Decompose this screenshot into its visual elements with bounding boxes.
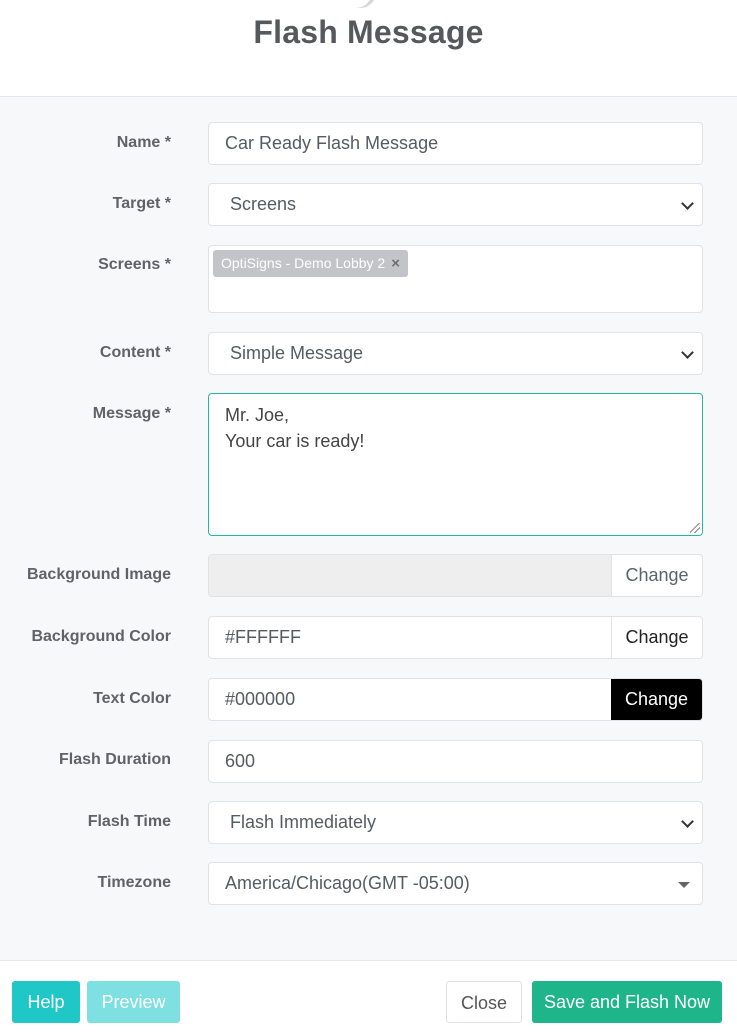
message-textarea[interactable]: Mr. Joe, Your car is ready! xyxy=(208,393,703,536)
close-icon[interactable]: × xyxy=(391,255,400,272)
background-image-group: Change xyxy=(208,554,703,597)
name-label: Name * xyxy=(116,134,171,151)
background-color-change-button[interactable]: Change xyxy=(611,617,702,658)
resize-handle-icon[interactable] xyxy=(690,523,700,533)
background-image-input xyxy=(209,555,611,596)
caret-down-icon xyxy=(678,882,690,888)
chevron-down-icon xyxy=(681,346,694,359)
target-select[interactable]: Screens xyxy=(208,183,703,226)
message-label: Message * xyxy=(92,405,171,422)
target-select-value: Screens xyxy=(230,194,297,214)
background-image-change-button[interactable]: Change xyxy=(611,555,702,596)
background-color-label: Background Color xyxy=(31,628,171,645)
flash-time-label: Flash Time xyxy=(87,813,171,830)
close-button[interactable]: Close xyxy=(446,981,522,1023)
flash-time-select[interactable]: Flash Immediately xyxy=(208,801,703,844)
background-color-input[interactable]: #FFFFFF xyxy=(209,617,611,658)
message-line: Mr. Joe, xyxy=(225,405,290,425)
modal-header: Flash Message xyxy=(0,0,737,97)
timezone-select-value: America/Chicago(GMT -05:00) xyxy=(225,873,470,893)
chevron-down-icon xyxy=(681,197,694,210)
page-title: Flash Message xyxy=(253,14,484,50)
name-input[interactable]: Car Ready Flash Message xyxy=(208,122,703,165)
flash-time-select-value: Flash Immediately xyxy=(230,812,377,832)
screen-tag-label: OptiSigns - Demo Lobby 2 xyxy=(221,255,386,271)
content-select-value: Simple Message xyxy=(230,343,364,363)
screens-multiselect[interactable]: OptiSigns - Demo Lobby 2 × xyxy=(208,245,703,313)
background-color-group: #FFFFFF Change xyxy=(208,616,703,659)
text-color-group: #000000 Change xyxy=(208,678,703,721)
screens-label: Screens * xyxy=(98,256,171,273)
save-and-flash-button[interactable]: Save and Flash Now xyxy=(532,981,722,1023)
background-image-label: Background Image xyxy=(26,566,171,583)
flash-message-form: Name * Car Ready Flash Message Target * … xyxy=(0,97,737,960)
flash-duration-input[interactable]: 600 xyxy=(208,740,703,783)
timezone-select[interactable]: America/Chicago(GMT -05:00) xyxy=(208,862,703,905)
text-color-input[interactable]: #000000 xyxy=(209,679,611,720)
timezone-label: Timezone xyxy=(97,874,172,891)
target-label: Target * xyxy=(112,195,171,212)
chevron-down-icon xyxy=(681,815,694,828)
help-button[interactable]: Help xyxy=(12,981,80,1023)
logo-swoosh-icon xyxy=(352,0,376,13)
modal-footer: Help Preview Close Save and Flash Now xyxy=(0,960,737,1033)
preview-button[interactable]: Preview xyxy=(87,981,180,1023)
text-color-label: Text Color xyxy=(93,690,171,707)
screen-tag: OptiSigns - Demo Lobby 2 × xyxy=(213,250,408,277)
content-select[interactable]: Simple Message xyxy=(208,332,703,375)
content-label: Content * xyxy=(99,344,171,361)
text-color-change-button[interactable]: Change xyxy=(611,679,702,720)
message-line: Your car is ready! xyxy=(225,431,365,451)
flash-duration-label: Flash Duration xyxy=(58,751,171,768)
